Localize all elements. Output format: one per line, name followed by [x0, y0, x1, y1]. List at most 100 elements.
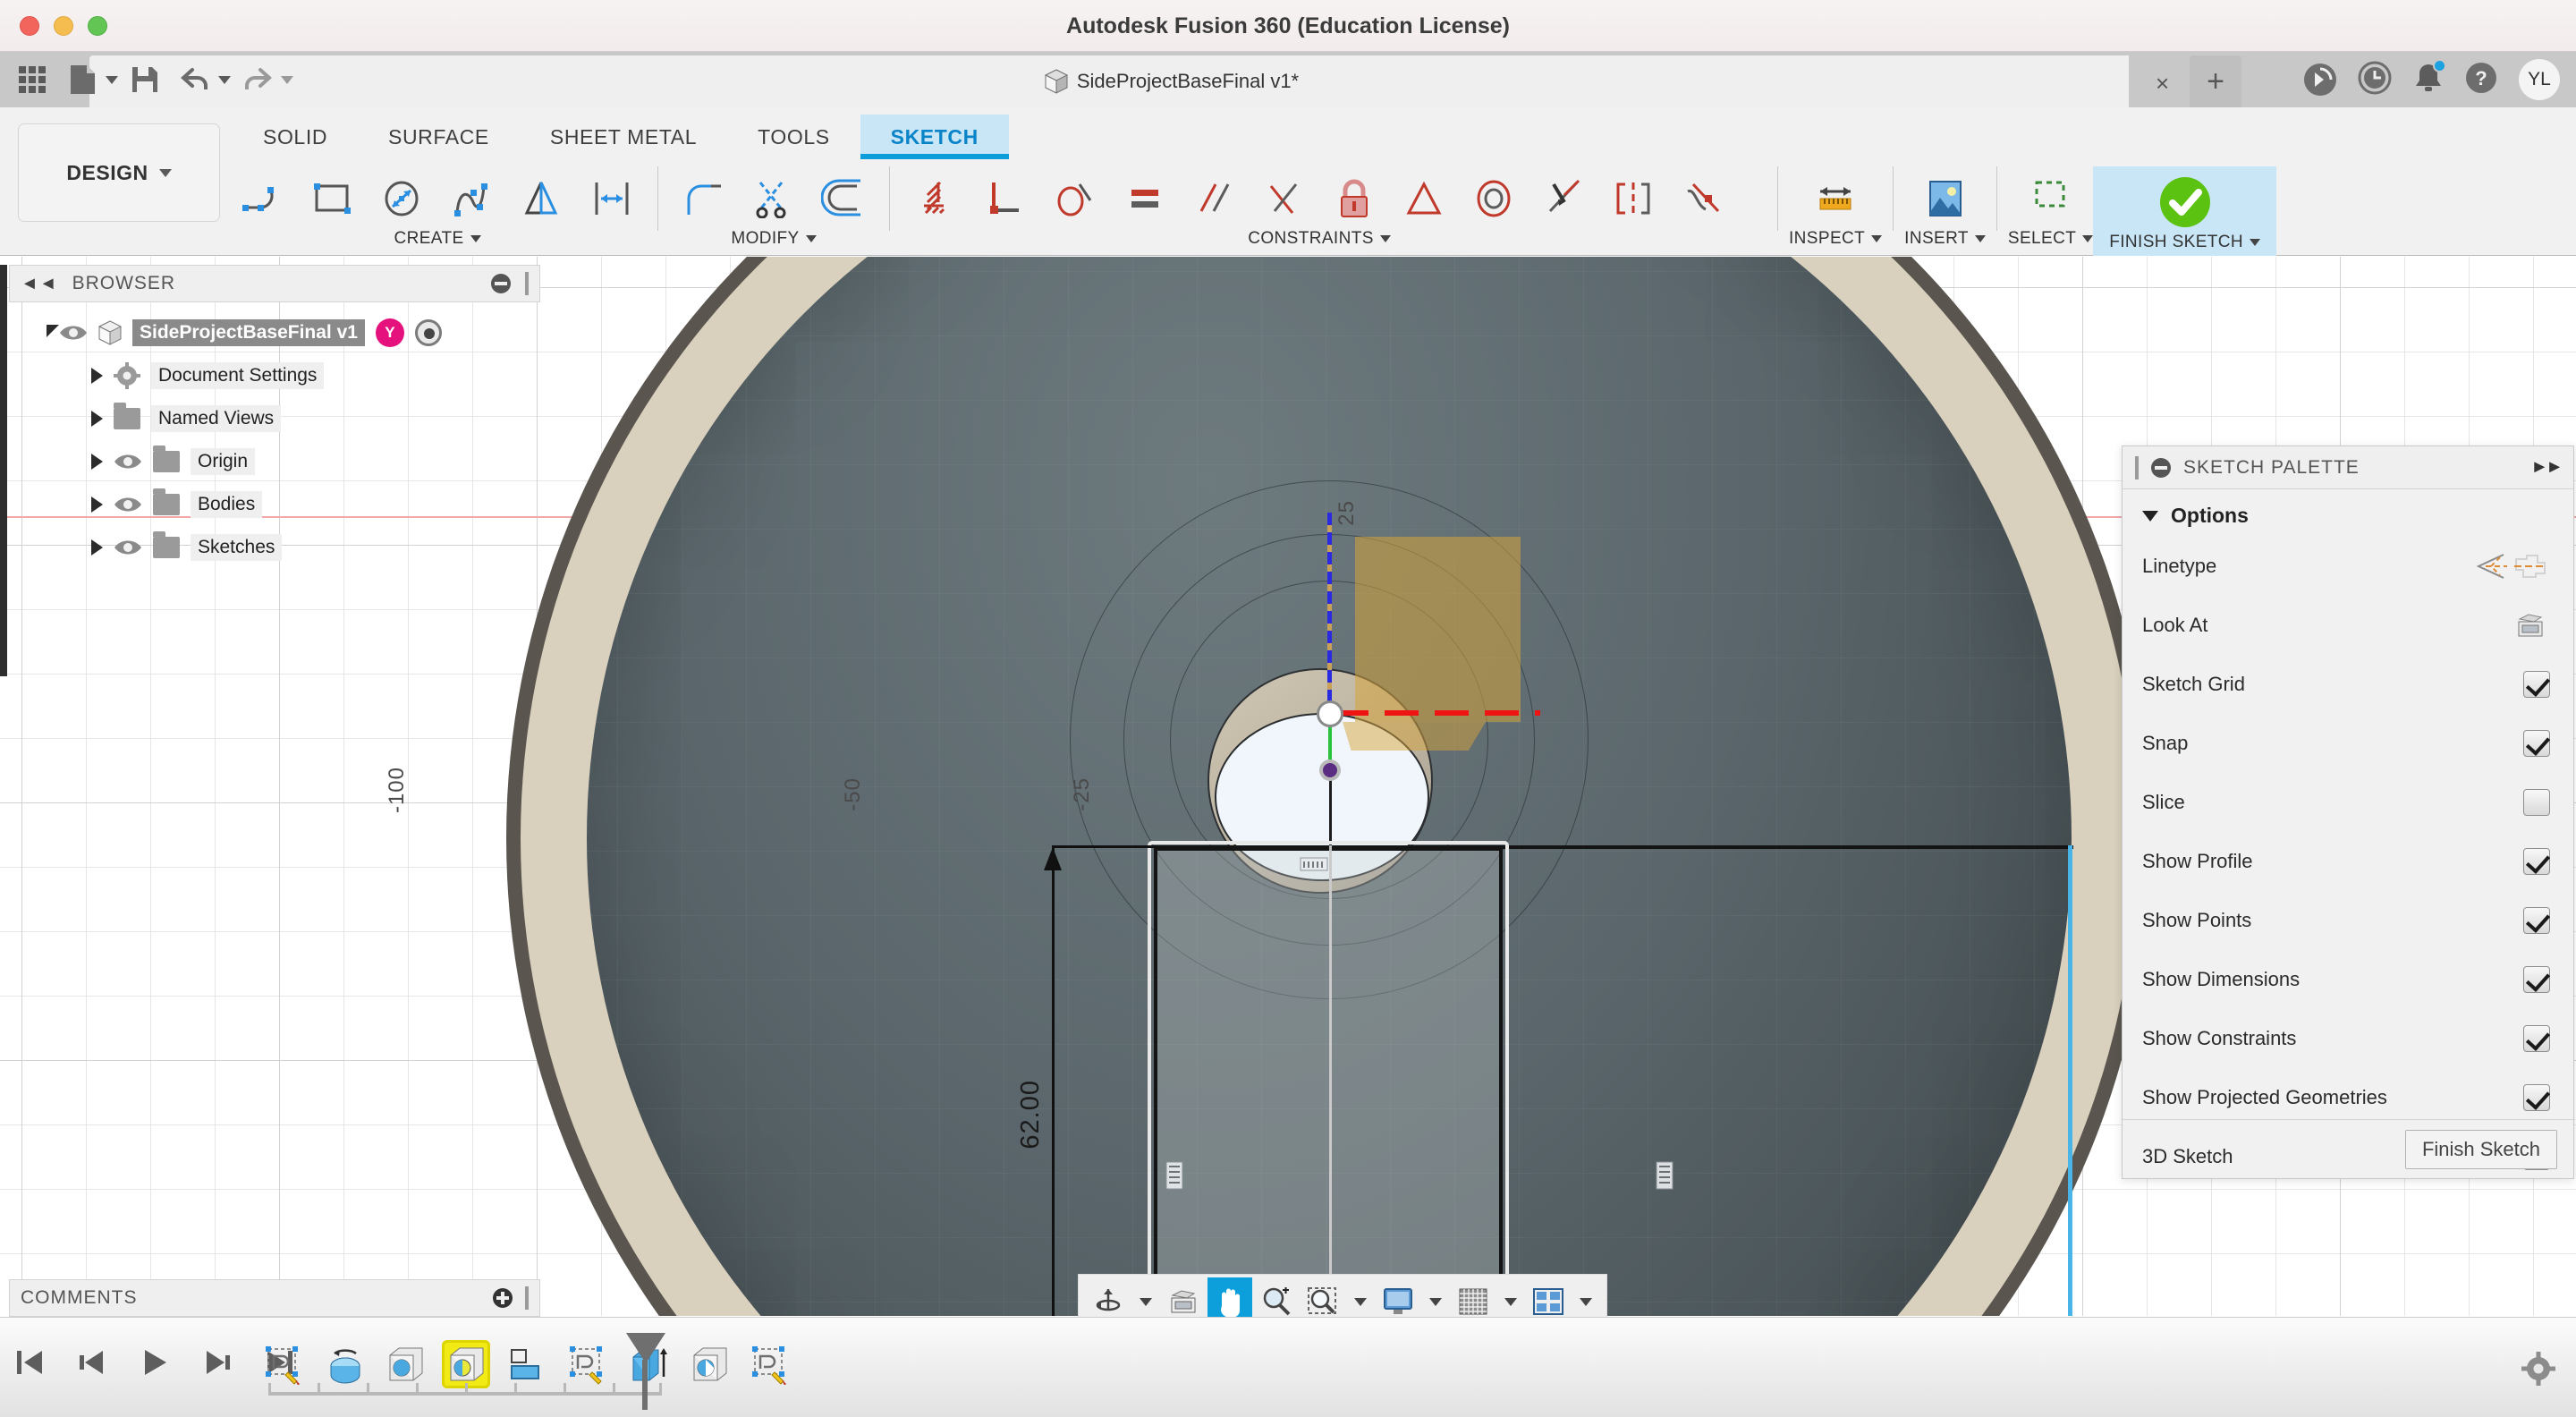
expand-arrow-icon[interactable]	[91, 368, 103, 384]
finish-sketch-button[interactable]: FINISH SKETCH	[2093, 166, 2277, 256]
minimize-palette-icon[interactable]	[2151, 457, 2171, 478]
spline-tool[interactable]	[437, 166, 507, 231]
redo-dropdown[interactable]	[281, 75, 293, 84]
component-y-badge[interactable]: Y	[375, 318, 404, 347]
expand-arrow-icon[interactable]	[91, 496, 103, 513]
timeline-revolve-feature[interactable]	[320, 1340, 369, 1388]
symmetry-constraint[interactable]	[1598, 166, 1668, 231]
orbit-dropdown[interactable]	[1140, 1297, 1152, 1306]
show-projected-geometries-checkbox[interactable]	[2523, 1084, 2550, 1111]
select-tool[interactable]	[2016, 166, 2086, 231]
midpoint-constraint[interactable]	[1389, 166, 1459, 231]
show-constraints-checkbox[interactable]	[2523, 1025, 2550, 1052]
zoom-dropdown[interactable]	[1354, 1297, 1367, 1306]
insert-image-tool[interactable]	[1911, 166, 1980, 231]
redo-button[interactable]	[234, 56, 281, 103]
tab-sheet-metal[interactable]: SHEET METAL	[520, 115, 727, 159]
workspace-switcher[interactable]: DESIGN	[18, 123, 220, 222]
sketch-plane-highlight[interactable]	[1355, 537, 1521, 722]
construction-line-icon[interactable]	[2471, 551, 2511, 581]
tab-surface[interactable]: SURFACE	[358, 115, 520, 159]
visibility-eye-icon[interactable]	[114, 452, 142, 471]
new-file-dropdown[interactable]	[106, 75, 118, 84]
construction-point[interactable]	[1317, 700, 1343, 727]
trim-tool[interactable]	[739, 166, 809, 231]
go-to-beginning-button[interactable]	[9, 1342, 50, 1383]
circle-tool[interactable]	[368, 166, 437, 231]
sketch-grid-checkbox[interactable]	[2523, 671, 2550, 698]
expand-arrow-icon[interactable]	[91, 411, 103, 427]
timeline-marker[interactable]	[626, 1333, 665, 1363]
equal-constraint[interactable]	[1110, 166, 1180, 231]
sketch-dimension-tool[interactable]	[901, 166, 970, 231]
undo-button[interactable]	[172, 56, 218, 103]
group-label-modify[interactable]: MODIFY	[731, 229, 817, 249]
visibility-eye-icon[interactable]	[114, 495, 142, 514]
expand-arrow-icon[interactable]	[91, 539, 103, 556]
timeline-sketch-feature-1[interactable]	[259, 1340, 308, 1388]
browser-item-sketches[interactable]: Sketches	[36, 526, 546, 569]
red-dashed-axis[interactable]	[1335, 710, 1540, 716]
expand-arrow-icon[interactable]	[91, 454, 103, 470]
timeline-sketch-feature-3[interactable]	[746, 1340, 794, 1388]
timeline-extrude-feature-1[interactable]	[381, 1340, 429, 1388]
sketch-right-edge-selected[interactable]	[2068, 845, 2072, 1316]
fillet-tool[interactable]	[669, 166, 739, 231]
browser-item-named-views[interactable]: Named Views	[36, 397, 546, 440]
visibility-eye-icon[interactable]	[59, 323, 88, 343]
vertical-constraint-icon[interactable]	[1163, 1160, 1186, 1191]
rectangular-pattern-tool[interactable]	[577, 166, 647, 231]
new-tab-button[interactable]: +	[2190, 55, 2241, 107]
grid-snaps-dropdown[interactable]	[1504, 1297, 1517, 1306]
show-points-checkbox[interactable]	[2523, 907, 2550, 934]
browser-resize-grip[interactable]	[525, 272, 529, 295]
curvature-constraint[interactable]	[1668, 166, 1738, 231]
look-at-icon[interactable]	[2511, 610, 2550, 641]
help-button[interactable]: ?	[2465, 62, 2497, 98]
collapse-browser-icon[interactable]: ◄◄	[21, 274, 58, 294]
comments-resize-grip[interactable]	[525, 1286, 529, 1310]
document-tab[interactable]: SideProjectBaseFinal v1*	[1038, 55, 1306, 107]
timeline-extrude-feature-4[interactable]	[685, 1340, 733, 1388]
group-label-inspect[interactable]: INSPECT	[1789, 229, 1883, 249]
group-label-constraints[interactable]: CONSTRAINTS	[1248, 229, 1391, 249]
mirror-tool[interactable]	[507, 166, 577, 231]
coincident-constraint[interactable]	[970, 166, 1040, 231]
group-label-insert[interactable]: INSERT	[1904, 229, 1986, 249]
timeline-offset-plane-feature[interactable]	[503, 1340, 551, 1388]
undo-dropdown[interactable]	[218, 75, 231, 84]
visibility-eye-icon[interactable]	[114, 538, 142, 557]
rectangle-tool[interactable]	[298, 166, 368, 231]
group-label-create[interactable]: CREATE	[394, 229, 481, 249]
play-button[interactable]	[134, 1342, 175, 1383]
tab-solid[interactable]: SOLID	[233, 115, 358, 159]
z-axis-construction-line[interactable]	[1327, 513, 1332, 715]
origin-point[interactable]	[1319, 759, 1341, 781]
dimension-value-vertical[interactable]: 62.00	[1016, 1080, 1046, 1150]
collinear-constraint[interactable]	[1529, 166, 1598, 231]
concentric-constraint[interactable]	[1459, 166, 1529, 231]
notifications-button[interactable]	[2413, 58, 2446, 98]
avatar[interactable]: YL	[2519, 59, 2560, 100]
step-forward-button[interactable]	[197, 1342, 238, 1383]
browser-item-document-settings[interactable]: Document Settings	[36, 354, 546, 397]
browser-item-bodies[interactable]: Bodies	[36, 483, 546, 526]
save-button[interactable]	[122, 56, 168, 103]
settings-gear-button[interactable]	[2521, 1351, 2556, 1387]
browser-item-origin[interactable]: Origin	[36, 440, 546, 483]
centerline-icon[interactable]	[2511, 551, 2550, 581]
snap-checkbox[interactable]	[2523, 730, 2550, 757]
finish-sketch-palette-button[interactable]: Finish Sketch	[2404, 1129, 2557, 1169]
viewport-scrollbar[interactable]	[0, 265, 7, 676]
extensions-icon[interactable]	[2304, 64, 2336, 96]
expand-palette-icon[interactable]: ►►	[2530, 457, 2563, 478]
close-tab-button[interactable]: ×	[2156, 72, 2169, 95]
display-settings-dropdown[interactable]	[1429, 1297, 1442, 1306]
step-back-button[interactable]	[72, 1342, 113, 1383]
activate-component-radio[interactable]	[414, 319, 442, 346]
offset-tool[interactable]	[809, 166, 878, 231]
palette-resize-grip[interactable]	[2135, 455, 2139, 479]
timeline-sketch-feature-2[interactable]	[564, 1340, 612, 1388]
timeline-extrude-feature-2[interactable]	[442, 1340, 490, 1388]
tab-sketch[interactable]: SKETCH	[860, 115, 1009, 159]
